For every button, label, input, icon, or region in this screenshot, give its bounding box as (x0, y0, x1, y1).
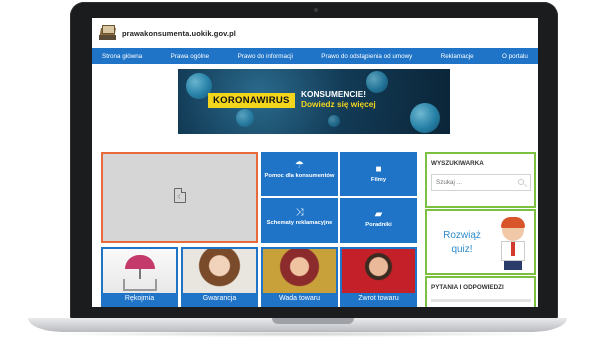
laptop-notch (272, 318, 354, 324)
nav-item-home[interactable]: Strona główna (102, 53, 142, 60)
umbrella-icon: ☂ (295, 160, 304, 171)
tile-product-defect[interactable]: Wada towaru (261, 247, 338, 307)
tile-complaint-schemes[interactable]: ⤨ Schematy reklamacyjne (261, 198, 338, 243)
site-url[interactable]: prawakonsumenta.uokik.gov.pl (122, 29, 236, 38)
site-header: prawakonsumenta.uokik.gov.pl (92, 18, 538, 48)
nav-item-about[interactable]: O portalu (502, 53, 528, 60)
tile-photo (263, 249, 336, 293)
tile-caption: Wada towaru (263, 293, 336, 307)
laptop-camera (314, 8, 318, 12)
tile-caption: Rękojmia (103, 293, 176, 307)
search-input[interactable] (431, 174, 531, 191)
quiz-text: Rozwiąż quiz! (443, 230, 481, 255)
tile-label: Poradniki (365, 222, 392, 228)
main-nav: Strona główna Prawa ogólne Prawo do info… (92, 48, 538, 64)
tile-films[interactable]: ■ Filmy (340, 152, 417, 196)
coronavirus-banner[interactable]: KORONAWIRUS KONSUMENCIE! Dowiedz się wię… (178, 69, 450, 134)
banner-tag: KORONAWIRUS (208, 93, 295, 108)
nav-item-withdrawal-right[interactable]: Prawo do odstąpienia od umowy (321, 53, 412, 60)
virus-icon (410, 103, 440, 133)
mascot-illustration (493, 217, 533, 271)
banner-line-1: KONSUMENCIE! (301, 89, 366, 99)
search-title: WYSZUKIWARKA (431, 160, 484, 167)
tile-guides[interactable]: ▰ Poradniki (340, 198, 417, 243)
virus-icon (328, 115, 340, 127)
tile-warranty-law[interactable]: Rękojmia (101, 247, 178, 307)
nav-item-information-right[interactable]: Prawo do informacji (238, 53, 293, 60)
screen: prawakonsumenta.uokik.gov.pl Strona głów… (92, 18, 538, 307)
virus-icon (236, 109, 254, 127)
tile-photo (103, 249, 176, 293)
banner-line-2: Dowiedz się więcej (301, 99, 376, 109)
banner-text: KONSUMENCIE! Dowiedz się więcej (301, 89, 376, 109)
shuffle-icon: ⤨ (295, 207, 304, 218)
faq-widget: PYTANIA I ODPOWIEDZI (425, 276, 536, 307)
video-camera-icon: ■ (375, 164, 382, 175)
faq-item[interactable] (431, 299, 531, 302)
book-icon: ▰ (374, 209, 383, 220)
broken-image-icon: :( (174, 188, 186, 203)
nav-item-complaints[interactable]: Reklamacje (441, 53, 474, 60)
quiz-widget[interactable]: Rozwiąż quiz! (425, 209, 536, 275)
laptop-shadow (40, 331, 555, 337)
tile-product-return[interactable]: Zwrot towaru (340, 247, 417, 307)
tile-label: Schematy reklamacyjne (266, 220, 333, 226)
tile-photo (342, 249, 415, 293)
tile-consumer-help[interactable]: ☂ Pomoc dla konsumentów (261, 152, 338, 196)
tile-label: Pomoc dla konsumentów (264, 173, 335, 179)
nav-item-general-rights[interactable]: Prawa ogólne (171, 53, 210, 60)
faq-title[interactable]: PYTANIA I ODPOWIEDZI (427, 278, 534, 291)
search-icon[interactable] (518, 179, 524, 185)
tile-guarantee[interactable]: Gwarancja (181, 247, 258, 307)
featured-image-tile[interactable]: :( (101, 152, 258, 243)
site-logo-icon[interactable] (99, 24, 117, 42)
search-widget: WYSZUKIWARKA (425, 152, 536, 208)
tile-caption: Zwrot towaru (342, 293, 415, 307)
tile-caption: Gwarancja (183, 293, 256, 307)
tile-label: Filmy (370, 177, 387, 183)
tile-photo (183, 249, 256, 293)
